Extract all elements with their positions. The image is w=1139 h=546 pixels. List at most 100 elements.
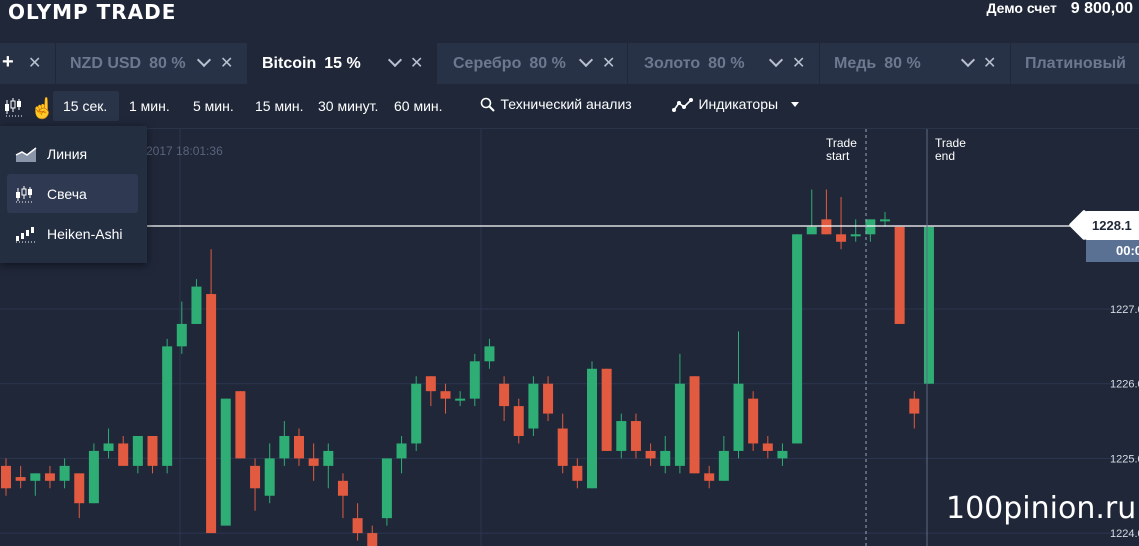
candle-body <box>850 234 861 237</box>
candle-body <box>821 219 832 235</box>
candle-body <box>894 226 905 324</box>
indicators-button[interactable]: Индикаторы <box>672 96 799 114</box>
tab-asset-pct: 80 % <box>884 54 921 72</box>
candle-body <box>484 346 495 362</box>
tab-asset[interactable]: Золото 80 % ✕ <box>628 43 820 84</box>
candle-body <box>396 443 407 459</box>
candle-body <box>806 226 817 235</box>
candle-body <box>88 450 99 504</box>
chevron-down-icon[interactable] <box>578 52 594 68</box>
candle-body <box>235 391 246 459</box>
candle-body <box>499 383 510 407</box>
tab-asset-name: Серебро <box>453 54 522 72</box>
candle-body <box>880 219 890 222</box>
timeframe-15m[interactable]: 15 мин. <box>255 98 304 114</box>
candle-body <box>513 406 524 436</box>
candle-body <box>689 376 700 474</box>
plus-icon[interactable]: + <box>2 51 14 74</box>
candle-body <box>323 450 334 466</box>
candle-body <box>264 458 275 496</box>
candle-body <box>15 477 26 481</box>
candle-body <box>587 368 597 489</box>
close-icon[interactable]: ✕ <box>792 53 805 73</box>
tech-analysis-label: Технический анализ <box>500 96 632 112</box>
tab-asset-pct: 80 % <box>529 54 566 72</box>
timeframe-5m[interactable]: 5 мин. <box>193 98 234 114</box>
tab-asset[interactable]: NZD USD 80 % ✕ <box>56 43 248 84</box>
candle-body <box>381 458 392 519</box>
timeframe-30m[interactable]: 30 минут. <box>318 98 378 114</box>
candle-body <box>630 421 641 451</box>
menu-item-candle[interactable]: Свеча <box>7 174 138 213</box>
candle-body <box>206 294 217 534</box>
candle-body <box>74 473 85 504</box>
logo[interactable]: OLYMP TRADE <box>8 0 176 24</box>
candle-body <box>308 458 319 466</box>
timeframe-60m[interactable]: 60 мин. <box>394 98 443 114</box>
menu-item-line[interactable]: Линия <box>7 134 138 173</box>
chevron-down-icon[interactable] <box>196 52 212 68</box>
candle-body <box>367 533 378 546</box>
close-icon[interactable]: ✕ <box>983 53 996 73</box>
tech-analysis-button[interactable]: Технический анализ <box>480 96 632 114</box>
candle-body <box>733 383 744 451</box>
chevron-down-icon[interactable] <box>960 52 976 68</box>
tab-asset-pct: 80 % <box>149 54 186 72</box>
candle-body <box>220 398 231 526</box>
heiken-ashi-icon <box>16 226 35 242</box>
price-chart[interactable]: 1227.0 1226.0 1225.0 1224.0 <box>0 129 1139 546</box>
tab-asset-name: Платиновый <box>1025 54 1127 72</box>
timeframe-15s[interactable]: 15 сек. <box>63 98 107 114</box>
close-icon[interactable]: ✕ <box>602 53 615 73</box>
candle-body <box>557 428 568 466</box>
candle-body <box>836 234 847 242</box>
caret-down-icon <box>790 102 799 108</box>
candle-body <box>718 450 729 481</box>
candlestick-icon <box>16 185 34 202</box>
candle-body <box>660 450 671 466</box>
cursor-hand-icon: ☝ <box>30 98 55 120</box>
tab-asset[interactable]: Платиновый <box>1011 43 1139 84</box>
candle-body <box>103 443 114 451</box>
timeframe-1m[interactable]: 1 мин. <box>129 98 170 114</box>
chevron-down-icon[interactable] <box>387 52 403 68</box>
tab-asset[interactable]: Серебро 80 % ✕ <box>437 43 628 84</box>
chevron-down-icon[interactable] <box>768 52 784 68</box>
account-balance[interactable]: Демо счет 9 800,00 <box>986 0 1133 18</box>
chart-datestamp: 2017 18:01:36 <box>146 144 223 158</box>
tab-add[interactable]: + ✕ <box>0 43 56 84</box>
chart-type-menu: Линия Свеча Heiken-Ashi <box>0 126 147 263</box>
candle-body <box>191 286 202 324</box>
chart-grid <box>0 129 1139 546</box>
close-icon[interactable]: ✕ <box>28 53 41 73</box>
indicators-label: Индикаторы <box>698 96 779 112</box>
y-tick-label: 1224.0 <box>1110 528 1139 540</box>
close-icon[interactable]: ✕ <box>220 53 233 73</box>
candle-body <box>865 219 876 235</box>
candle-body <box>528 383 539 429</box>
tab-asset[interactable]: Медь 80 % ✕ <box>820 43 1011 84</box>
tab-asset-active[interactable]: Bitcoin 15 % ✕ <box>248 43 437 84</box>
y-tick-label: 1226.0 <box>1110 379 1139 391</box>
candle-body <box>645 450 656 459</box>
account-label: Демо счет <box>986 0 1057 16</box>
balance-value: 9 800,00 <box>1070 0 1133 17</box>
candle-body <box>440 391 451 399</box>
tab-asset-name: Золото <box>644 54 701 72</box>
candle-body <box>30 473 41 481</box>
tab-asset-name: Bitcoin <box>262 54 317 72</box>
watermark: 100pinion.ru <box>946 491 1137 526</box>
candle-body <box>294 435 304 459</box>
candle-body <box>279 435 290 459</box>
close-icon[interactable]: ✕ <box>410 53 423 73</box>
candle-body <box>147 435 158 466</box>
candle-body <box>909 398 920 414</box>
tab-asset-pct: 80 % <box>708 54 745 72</box>
candle-body <box>923 226 934 384</box>
candle-body <box>425 376 436 392</box>
magnifier-icon <box>480 97 495 112</box>
menu-item-heiken-ashi[interactable]: Heiken-Ashi <box>7 214 138 253</box>
candle-body <box>352 518 363 534</box>
candle-body <box>455 398 466 401</box>
candle-body <box>777 450 788 459</box>
